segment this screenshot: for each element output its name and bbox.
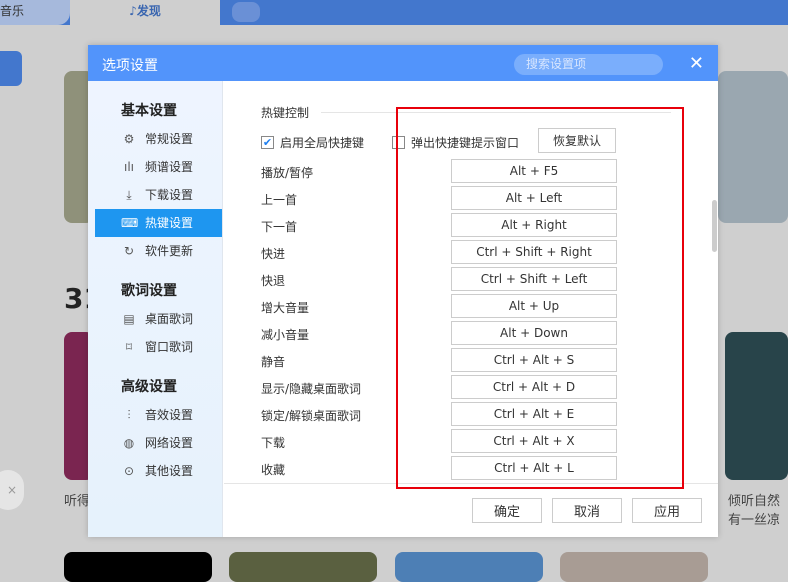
sidebar-item-label: 窗口歌词 — [145, 340, 194, 354]
more-icon: ⊙ — [123, 464, 135, 478]
sidebar-item-label: 网络设置 — [145, 436, 194, 450]
hotkey-label: 快进 — [261, 247, 286, 261]
sidebar-item-label: 频谱设置 — [145, 160, 194, 174]
sidebar-item-other[interactable]: ⊙ 其他设置 — [88, 457, 222, 485]
sidebar-item-network[interactable]: ◍ 网络设置 — [88, 429, 222, 457]
checkbox-label: 启用全局快捷键 — [280, 136, 365, 150]
hotkey-label: 下一首 — [261, 220, 298, 234]
background-caption: 倾听自然 — [728, 494, 781, 509]
hotkey-label: 播放/暂停 — [261, 166, 314, 180]
sidebar-item-general[interactable]: ⚙ 常规设置 — [88, 125, 222, 153]
sidebar-item-desktop-lyrics[interactable]: ▤ 桌面歌词 — [88, 305, 222, 333]
new-tab-button[interactable] — [232, 2, 260, 22]
sidebar-group-title: 歌词设置 — [121, 283, 177, 299]
hotkey-label: 静音 — [261, 355, 286, 369]
sidebar-item-download[interactable]: ⤓ 下载设置 — [88, 181, 222, 209]
cancel-button[interactable]: 取消 — [552, 498, 622, 523]
enable-global-hotkeys-checkbox[interactable]: ✔ 启用全局快捷键 — [261, 134, 364, 151]
background-card — [395, 552, 543, 582]
background-card — [725, 332, 788, 480]
sidebar-group-title: 高级设置 — [121, 379, 177, 395]
download-icon: ⤓ — [126, 188, 132, 202]
settings-search-input[interactable] — [514, 54, 663, 75]
spectrum-icon: ılı — [123, 160, 134, 174]
sidebar-item-label: 常规设置 — [145, 132, 194, 146]
app-tab-bar: 音乐 ♪发现 — [0, 0, 788, 25]
window-lyrics-icon: ⌑ — [125, 340, 133, 354]
sidebar-item-window-lyrics[interactable]: ⌑ 窗口歌词 — [88, 333, 222, 361]
sidebar-item-label: 下载设置 — [145, 188, 194, 202]
hotkey-label: 上一首 — [261, 193, 298, 207]
sidebar-item-spectrum[interactable]: ılı 频谱设置 — [88, 153, 222, 181]
background-caption: 听得 — [64, 494, 91, 509]
settings-sidebar: 基本设置 ⚙ 常规设置 ılı 频谱设置 ⤓ 下载设置 ⌨ 热键设置 ↻ 软件更新 歌词设… — [88, 81, 223, 537]
section-title: 热键控制 — [261, 106, 310, 120]
hotkey-label: 显示/隐藏桌面歌词 — [261, 382, 362, 396]
dialog-title: 选项设置 — [102, 58, 158, 74]
background-button — [0, 51, 22, 86]
sidebar-item-update[interactable]: ↻ 软件更新 — [88, 237, 222, 265]
update-icon: ↻ — [123, 244, 135, 258]
sidebar-item-label: 软件更新 — [145, 244, 194, 258]
close-icon[interactable]: ✕ — [689, 53, 704, 74]
hotkey-label: 收藏 — [261, 463, 286, 477]
sidebar-item-sound-effects[interactable]: ⫶ 音效设置 — [88, 401, 222, 429]
sidebar-item-hotkeys[interactable]: ⌨ 热键设置 — [95, 209, 222, 237]
scrollbar-thumb[interactable] — [712, 200, 717, 252]
equalizer-icon: ⫶ — [127, 408, 131, 422]
hotkey-label: 快退 — [261, 274, 286, 288]
tab-music[interactable]: 音乐 — [0, 0, 70, 25]
hotkey-label: 减小音量 — [261, 328, 310, 342]
tab-discover[interactable]: ♪发现 — [70, 0, 220, 25]
desktop-lyrics-icon: ▤ — [123, 312, 135, 326]
sidebar-item-label: 其他设置 — [145, 464, 194, 478]
hotkey-label: 下载 — [261, 436, 286, 450]
gear-icon: ⚙ — [123, 132, 135, 146]
check-icon: ✔ — [261, 136, 274, 149]
sidebar-item-label: 桌面歌词 — [145, 312, 194, 326]
sidebar-item-label: 音效设置 — [145, 408, 194, 422]
dialog-footer: 确定 取消 应用 — [224, 483, 718, 537]
close-icon[interactable]: × — [0, 470, 24, 510]
background-caption: 有一丝凉 — [728, 513, 781, 528]
hotkey-label: 增大音量 — [261, 301, 310, 315]
sidebar-item-label: 热键设置 — [145, 216, 194, 230]
background-card — [718, 71, 788, 223]
ok-button[interactable]: 确定 — [472, 498, 542, 523]
network-icon: ◍ — [123, 436, 135, 450]
sidebar-group-title: 基本设置 — [121, 103, 177, 119]
background-card — [229, 552, 377, 582]
hotkey-label: 锁定/解锁桌面歌词 — [261, 409, 362, 423]
background-card — [64, 552, 212, 582]
highlight-box — [396, 107, 684, 489]
dialog-titlebar: 选项设置 ✕ — [88, 45, 718, 81]
apply-button[interactable]: 应用 — [632, 498, 702, 523]
keyboard-icon: ⌨ — [121, 216, 139, 230]
background-card — [560, 552, 708, 582]
